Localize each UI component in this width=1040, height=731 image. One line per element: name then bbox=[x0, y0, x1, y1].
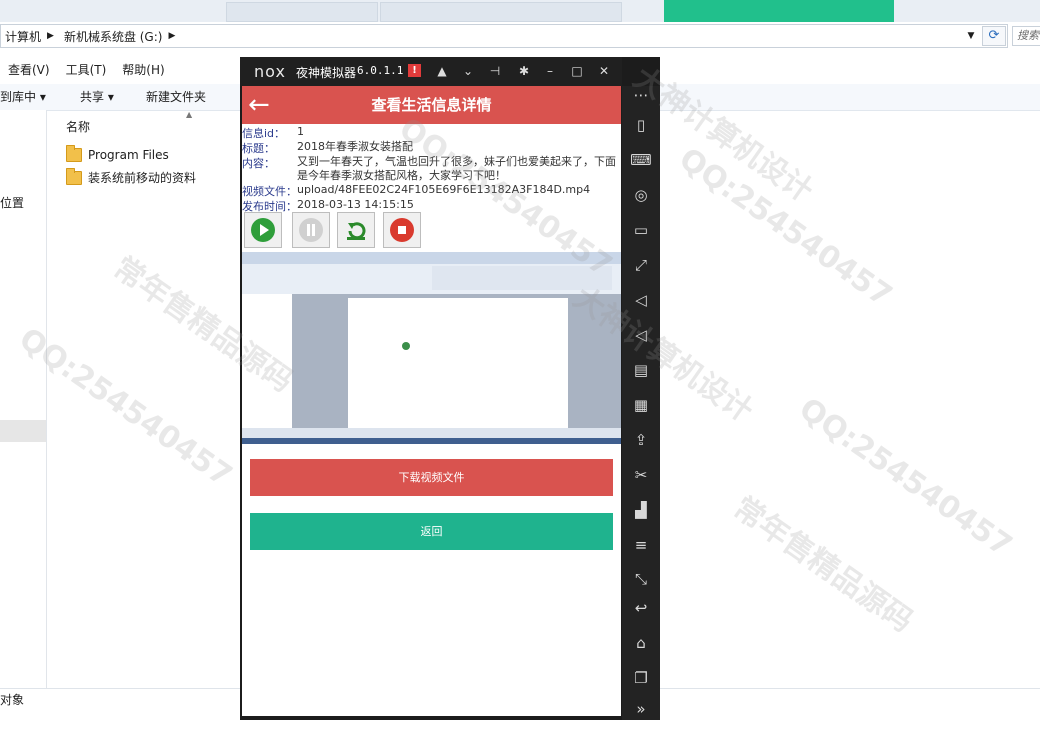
back-button[interactable]: 返回 bbox=[250, 513, 613, 550]
video-frame-image bbox=[242, 252, 621, 444]
chevron-down-icon[interactable]: ⌄ bbox=[458, 62, 478, 80]
breadcrumb-separator-icon[interactable]: ▶ bbox=[168, 31, 175, 41]
title-value: 2018年春季淑女装搭配 bbox=[297, 140, 413, 153]
volume-up-icon[interactable]: ◁ bbox=[630, 289, 652, 311]
emulator-name: 夜神模拟器 bbox=[296, 66, 357, 80]
menu-tools[interactable]: 工具(T) bbox=[66, 61, 107, 78]
address-dropdown-icon[interactable]: ▼ bbox=[964, 28, 978, 44]
browser-tab[interactable] bbox=[226, 2, 378, 22]
stop-icon bbox=[390, 218, 414, 242]
file-name: 装系统前移动的资料 bbox=[88, 171, 197, 185]
column-header-name[interactable]: 名称 bbox=[66, 118, 90, 135]
watermark-text: QQ:254540457 bbox=[672, 141, 899, 314]
minimize-icon[interactable]: – bbox=[540, 62, 560, 80]
pause-icon bbox=[299, 218, 323, 242]
recent-apps-icon[interactable]: ❐ bbox=[630, 667, 652, 689]
watermark-text: 常年售精品源码 bbox=[726, 490, 920, 640]
video-file-label: 视频文件： bbox=[242, 185, 297, 198]
nav-item-selected[interactable] bbox=[0, 420, 46, 442]
stop-button[interactable] bbox=[383, 212, 421, 248]
menu-view[interactable]: 查看(V) bbox=[8, 61, 50, 78]
nox-logo: nox bbox=[254, 62, 286, 81]
shirt-icon[interactable]: ▲ bbox=[432, 62, 452, 80]
emulator-version: 6.0.1.1 bbox=[357, 64, 404, 77]
keyboard-icon[interactable]: ⌨ bbox=[630, 149, 652, 171]
scissors-icon[interactable]: ✂ bbox=[630, 464, 652, 486]
nav-item-location[interactable]: 位置 bbox=[0, 194, 24, 211]
sort-arrow-icon: ▲ bbox=[186, 110, 193, 119]
play-button[interactable] bbox=[244, 212, 282, 248]
pause-button[interactable] bbox=[292, 212, 330, 248]
play-icon bbox=[251, 218, 275, 242]
address-bar[interactable]: 计算机 ▶ 新机械系统盘 (G:) ▶ bbox=[0, 24, 1008, 48]
close-icon[interactable]: ✕ bbox=[594, 62, 614, 80]
content-label: 内容： bbox=[242, 157, 275, 170]
breadcrumb-computer[interactable]: 计算机 bbox=[5, 28, 41, 45]
back-nav-icon[interactable]: ↩ bbox=[630, 597, 652, 619]
toolbox-icon[interactable]: ▤ bbox=[630, 359, 652, 381]
multi-instance-icon[interactable]: ▟ bbox=[630, 499, 652, 521]
file-name: Program Files bbox=[88, 148, 169, 162]
notification-bar bbox=[664, 0, 894, 22]
status-text: 对象 bbox=[0, 693, 25, 707]
video-file-value: upload/48FEE02C24F105E69F6E13182A3F184D.… bbox=[297, 183, 591, 196]
title-label: 标题： bbox=[242, 142, 275, 155]
breadcrumb-drive[interactable]: 新机械系统盘 (G:) bbox=[64, 28, 163, 45]
folder-icon bbox=[66, 145, 82, 162]
watermark-text: QQ:254540457 bbox=[792, 391, 1019, 564]
include-in-library-button[interactable]: 到库中 ▾ bbox=[0, 88, 46, 105]
resize-icon[interactable]: ⤡ bbox=[630, 568, 652, 590]
share-button[interactable]: 共享 ▾ bbox=[80, 88, 114, 105]
page-title: 查看生活信息详情 bbox=[371, 96, 492, 114]
volume-down-icon[interactable]: ◁ bbox=[630, 324, 652, 346]
info-id-label: 信息id： bbox=[242, 127, 286, 140]
shake-icon[interactable]: ▯ bbox=[630, 114, 652, 136]
download-video-button[interactable]: 下载视频文件 bbox=[250, 459, 613, 496]
apk-install-icon[interactable]: ⇪ bbox=[630, 429, 652, 451]
alert-icon[interactable]: ! bbox=[408, 64, 421, 77]
expand-icon[interactable]: » bbox=[630, 698, 652, 720]
maximize-icon[interactable]: □ bbox=[567, 62, 587, 80]
window-tab-strip bbox=[0, 0, 1040, 22]
macro-icon[interactable]: ▦ bbox=[630, 394, 652, 416]
fullscreen-icon[interactable]: ⤢ bbox=[630, 254, 652, 276]
search-input[interactable]: 搜索 bbox=[1012, 26, 1040, 46]
browser-tab[interactable] bbox=[380, 2, 622, 22]
more-icon[interactable]: ⋯ bbox=[630, 84, 652, 106]
file-row[interactable]: 装系统前移动的资料 bbox=[66, 167, 197, 186]
content-value: 又到一年春天了，气温也回升了很多，妹子们也爱美起来了，下面是今年春季淑女搭配风格… bbox=[297, 155, 616, 182]
home-icon[interactable]: ⌂ bbox=[630, 632, 652, 654]
info-id-value: 1 bbox=[297, 125, 304, 138]
new-folder-button[interactable]: 新建文件夹 bbox=[146, 88, 206, 105]
pin-icon[interactable]: ⊣ bbox=[485, 62, 505, 80]
file-row[interactable]: Program Files bbox=[66, 145, 169, 162]
breadcrumb-separator-icon[interactable]: ▶ bbox=[47, 31, 54, 41]
menu-icon[interactable]: ≡ bbox=[630, 534, 652, 556]
menu-help[interactable]: 帮助(H) bbox=[122, 61, 164, 78]
publish-time-value: 2018-03-13 14:15:15 bbox=[297, 198, 414, 211]
replay-button[interactable] bbox=[337, 212, 375, 248]
screen-icon[interactable]: ▭ bbox=[630, 219, 652, 241]
gear-icon[interactable]: ✱ bbox=[514, 62, 534, 80]
folder-icon bbox=[66, 167, 82, 185]
location-icon[interactable]: ◎ bbox=[630, 184, 652, 206]
video-player[interactable] bbox=[242, 252, 621, 444]
replay-icon bbox=[344, 218, 368, 242]
refresh-button[interactable]: ⟳ bbox=[982, 26, 1006, 46]
